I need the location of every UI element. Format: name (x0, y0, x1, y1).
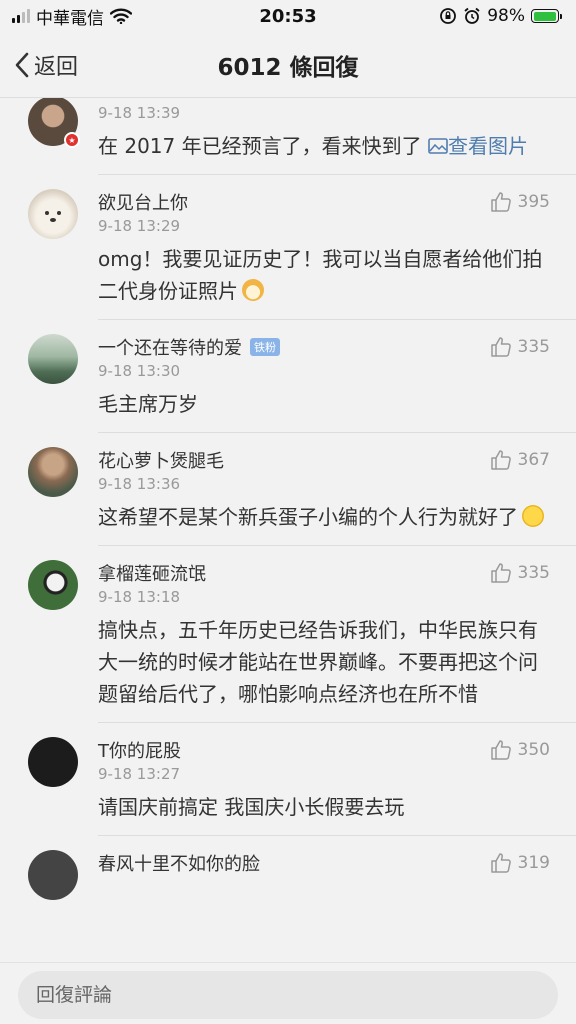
comment-time: 9-18 13:30 (98, 362, 181, 380)
comment-item[interactable]: T你的屁股 350 9-18 13:27 请国庆前搞定 我国庆小长假要去玩 (28, 722, 576, 835)
thumbs-up-icon (490, 853, 511, 873)
carrier-name: 中華電信 (36, 8, 104, 29)
comment-text: 搞快点，五千年历史已经告诉我们，中华民族只有大一统的时候才能站在世界巅峰。不要再… (98, 618, 538, 706)
avatar[interactable] (28, 189, 78, 239)
thumbs-up-icon (490, 740, 511, 760)
image-icon (428, 138, 448, 154)
avatar[interactable] (28, 737, 78, 787)
alarm-clock-icon (464, 7, 480, 24)
wifi-icon (110, 8, 132, 24)
comment-text: 这希望不是某个新兵蛋子小编的个人行为就好了 (98, 501, 550, 533)
commenter-name[interactable]: 拿榴莲砸流氓 (98, 560, 206, 586)
battery-percent: 98% (487, 6, 525, 26)
avatar-dog-face (45, 211, 61, 222)
comment-text: omg！我要见证历史了！我可以当自愿者给他们拍二代身份证照片 (98, 243, 550, 307)
comment-time: 9-18 13:36 (98, 475, 181, 493)
fan-badge: 铁粉 (250, 338, 280, 356)
like-count: 395 (517, 192, 550, 212)
crying-face-emoji (522, 505, 544, 527)
thumbs-up-icon (490, 450, 511, 470)
signal-strength-icon (12, 9, 30, 23)
commenter-name[interactable]: 一个还在等待的爱 (98, 334, 242, 360)
like-count: 319 (517, 853, 550, 873)
page-title: 6012 條回復 (217, 54, 359, 81)
thumbs-up-icon (490, 192, 511, 212)
verified-badge-icon: ★ (64, 132, 80, 148)
comment-text-body: 在 2017 年已经预言了，看来快到了 (98, 134, 422, 158)
commenter-name[interactable]: 欲见台上你 (98, 189, 188, 215)
like-button[interactable]: 350 (490, 739, 550, 761)
like-count: 335 (517, 563, 550, 583)
like-button[interactable]: 319 (490, 852, 550, 874)
like-button[interactable]: 395 (490, 191, 550, 213)
comment-item[interactable]: 拿榴莲砸流氓 335 9-18 13:18 搞快点，五千年历史已经告诉我们，中华… (28, 545, 576, 722)
status-right: 98% (439, 6, 562, 26)
comment-text-body: omg！我要见证历史了！我可以当自愿者给他们拍二代身份证照片 (98, 247, 543, 303)
like-button[interactable]: 335 (490, 336, 550, 358)
like-button[interactable]: 367 (490, 449, 550, 471)
like-count: 335 (517, 337, 550, 357)
avatar[interactable] (28, 850, 78, 900)
thumbs-up-icon (490, 337, 511, 357)
reply-comment-input[interactable] (18, 971, 558, 1019)
avatar[interactable] (28, 560, 78, 610)
status-bar: 中華電信 20:53 98% (0, 0, 576, 32)
like-button[interactable]: 335 (490, 562, 550, 584)
comment-time: 9-18 13:39 (98, 104, 181, 122)
chevron-left-icon (15, 52, 29, 78)
battery-icon (531, 9, 562, 23)
comment-text: 在 2017 年已经预言了，看来快到了 查看图片 (98, 130, 550, 162)
commenter-name[interactable]: T你的屁股 (98, 737, 181, 763)
commenter-name[interactable]: 春风十里不如你的脸 (98, 850, 260, 876)
view-image-link[interactable]: 查看图片 (428, 134, 528, 158)
like-count: 350 (517, 740, 550, 760)
like-count: 367 (517, 450, 550, 470)
status-left: 中華電信 (12, 4, 132, 29)
comment-item[interactable]: 一个还在等待的爱 铁粉 335 9-18 13:30 毛主席万岁 (28, 319, 576, 432)
commenter-name[interactable]: 花心萝卜煲腿毛 (98, 447, 224, 473)
back-label: 返回 (34, 55, 79, 80)
comment-text: 请国庆前搞定 我国庆小长假要去玩 (98, 795, 405, 819)
comment-item[interactable]: 春风十里不如你的脸 319 (28, 835, 576, 912)
back-button[interactable]: 返回 (14, 32, 78, 98)
comment-list[interactable]: ★ 9-18 13:39 在 2017 年已经预言了，看来快到了 查看图片 欲见… (0, 98, 576, 962)
avatar[interactable] (28, 447, 78, 497)
comment-item[interactable]: 花心萝卜煲腿毛 367 9-18 13:36 这希望不是某个新兵蛋子小编的个人行… (28, 432, 576, 545)
orientation-lock-icon (440, 8, 457, 24)
dog-face-emoji (242, 279, 264, 301)
avatar[interactable] (28, 334, 78, 384)
commenter-name-row: 一个还在等待的爱 铁粉 (98, 334, 280, 360)
avatar[interactable]: ★ (28, 98, 80, 148)
reply-bar (0, 962, 576, 1024)
comment-text-body: 这希望不是某个新兵蛋子小编的个人行为就好了 (98, 505, 518, 529)
comment-time: 9-18 13:27 (98, 765, 181, 783)
comment-text: 毛主席万岁 (98, 392, 198, 416)
view-image-label: 查看图片 (447, 134, 528, 158)
comment-time: 9-18 13:29 (98, 217, 181, 235)
comment-item[interactable]: ★ 9-18 13:39 在 2017 年已经预言了，看来快到了 查看图片 (0, 98, 576, 174)
navigation-bar: 返回 6012 條回復 (0, 32, 576, 98)
thumbs-up-icon (490, 563, 511, 583)
comment-time: 9-18 13:18 (98, 588, 181, 606)
comment-item[interactable]: 欲见台上你 395 9-18 13:29 omg！我要见证历史了！我可以当自愿者… (28, 174, 576, 319)
